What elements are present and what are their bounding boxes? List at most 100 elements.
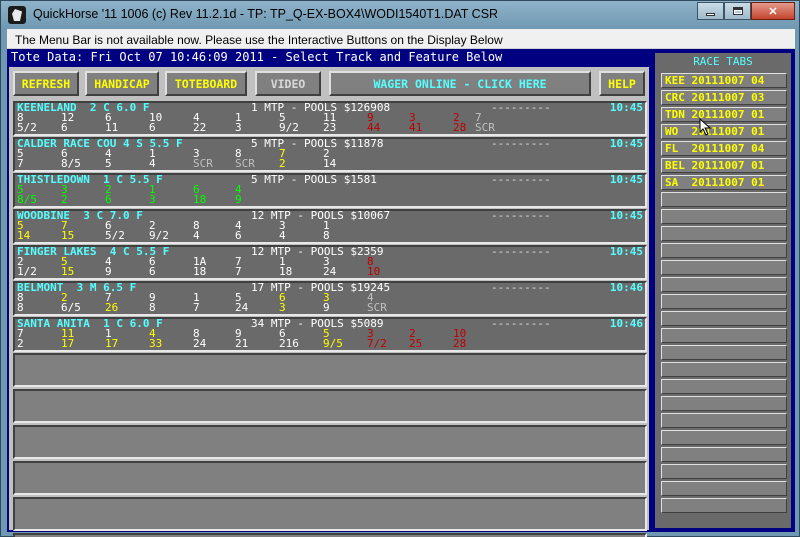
empty-race-slot[interactable] — [13, 461, 647, 495]
odds-value: 7 — [235, 265, 242, 278]
race-row[interactable]: THISTLEDOWN 1 C 5.5 F 5 MTP - POOLS $1581… — [13, 173, 647, 208]
race-tab-empty[interactable] — [661, 396, 787, 411]
race-tab-empty[interactable] — [661, 481, 787, 496]
video-button[interactable]: VIDEO — [255, 71, 321, 96]
odds-value: 3 — [279, 301, 286, 314]
odds-line: 8 6/5 26 8 7 24 3 9 SCR — [17, 301, 645, 314]
odds-value: 22 — [193, 121, 207, 134]
race-post-time: 10:46 — [609, 317, 643, 330]
empty-race-slot[interactable] — [13, 425, 647, 459]
odds-value: 9 — [235, 193, 242, 206]
title-bar[interactable]: QuickHorse '11 1006 (c) Rev 11.2.1d - TP… — [1, 1, 800, 29]
close-button[interactable]: ✕ — [751, 2, 795, 20]
minimize-button[interactable] — [697, 2, 724, 20]
odds-value: 21 — [235, 337, 249, 350]
odds-value: 6 — [105, 193, 112, 206]
odds-value: 25 — [409, 337, 423, 350]
race-tab-empty[interactable] — [661, 379, 787, 394]
maximize-icon — [732, 7, 743, 15]
race-tab-empty[interactable] — [661, 243, 787, 258]
race-tab-empty[interactable] — [661, 430, 787, 445]
odds-value: 9 — [105, 265, 112, 278]
race-row[interactable]: FINGER LAKES 4 C 5.5 F 12 MTP - POOLS $23… — [13, 245, 647, 280]
race-tab-empty[interactable] — [661, 328, 787, 343]
race-track-label: THISTLEDOWN 1 C 5.5 F — [17, 173, 163, 186]
odds-value: 11 — [105, 121, 119, 134]
odds-value: 44 — [367, 121, 381, 134]
race-separator: --------- — [491, 245, 551, 258]
race-row[interactable]: WOODBINE 3 C 7.0 F 12 MTP - POOLS $10067 -… — [13, 209, 647, 244]
race-tab-empty[interactable] — [661, 226, 787, 241]
race-tab-empty[interactable] — [661, 277, 787, 292]
odds-value: 15 — [61, 265, 75, 278]
race-track-label: FINGER LAKES 4 C 5.5 F — [17, 245, 170, 258]
race-row[interactable]: KEENELAND 2 C 6.0 F1 MTP - POOLS $126908… — [13, 101, 647, 136]
race-tabs-body: RACE TABS KEE 20111007 04 CRC 20111007 03… — [655, 53, 791, 528]
race-tab[interactable]: KEE 20111007 04 — [661, 73, 787, 88]
close-icon: ✕ — [768, 5, 778, 18]
empty-race-slot[interactable] — [13, 533, 647, 537]
odds-value: 6/5 — [61, 301, 81, 314]
empty-race-slot[interactable] — [13, 353, 647, 387]
odds-value: 9/2 — [149, 229, 169, 242]
race-track-label: CALDER RACE COU 4 S 5.5 F — [17, 137, 183, 150]
odds-value: 9 — [323, 301, 330, 314]
tote-panel: Tote Data: Fri Oct 07 10:46:09 2011 - Se… — [7, 49, 651, 537]
button-row: REFRESH HANDICAP TOTEBOARD VIDEO WAGER O… — [9, 67, 649, 101]
odds-value: 26 — [105, 301, 119, 314]
odds-value: 4 — [279, 229, 286, 242]
odds-value: 2 — [279, 157, 286, 170]
odds-line: 5/2 6 11 6 22 3 9/2 23 44 41 28 SCR — [17, 121, 645, 134]
race-tab-empty[interactable] — [661, 498, 787, 513]
race-row[interactable]: SANTA ANITA 1 C 6.0 F 34 MTP - POOLS $508… — [13, 317, 647, 352]
race-tab-empty[interactable] — [661, 362, 787, 377]
race-tab[interactable]: CRC 20111007 03 — [661, 90, 787, 105]
toteboard-button[interactable]: TOTEBOARD — [165, 71, 247, 96]
odds-value: SCR — [235, 157, 255, 170]
odds-value: 7/2 — [367, 337, 387, 350]
odds-value: 18 — [279, 265, 293, 278]
window-title: QuickHorse '11 1006 (c) Rev 11.2.1d - TP… — [33, 7, 499, 21]
race-tab-empty[interactable] — [661, 192, 787, 207]
race-tab-empty[interactable] — [661, 311, 787, 326]
race-tab-empty[interactable] — [661, 260, 787, 275]
race-mtp-pools: 34 MTP - POOLS $5089 — [251, 317, 384, 330]
race-tab[interactable]: FL 20111007 04 — [661, 141, 787, 156]
odds-value: 33 — [149, 337, 163, 350]
race-tab-empty[interactable] — [661, 345, 787, 360]
handicap-button[interactable]: HANDICAP — [85, 71, 159, 96]
odds-value: 8 — [323, 229, 330, 242]
wager-online-button[interactable]: WAGER ONLINE - CLICK HERE — [329, 71, 591, 96]
race-tab-empty[interactable] — [661, 294, 787, 309]
race-tab-empty[interactable] — [661, 209, 787, 224]
race-row[interactable]: CALDER RACE COU 4 S 5.5 F 5 MTP - POOLS $… — [13, 137, 647, 172]
odds-value: 7 — [17, 157, 24, 170]
race-tab[interactable]: SA 20111007 01 — [661, 175, 787, 190]
odds-value: 6 — [149, 265, 156, 278]
odds-value: 15 — [61, 229, 75, 242]
race-tab[interactable]: WO 20111007 01 — [661, 124, 787, 139]
empty-race-slot[interactable] — [13, 497, 647, 531]
odds-value: 14 — [323, 157, 337, 170]
odds-value: 2 — [17, 337, 24, 350]
odds-value: 18 — [193, 265, 207, 278]
tote-body: REFRESH HANDICAP TOTEBOARD VIDEO WAGER O… — [9, 67, 649, 537]
menubar-message: The Menu Bar is not available now. Pleas… — [7, 29, 795, 49]
odds-value: 28 — [453, 121, 467, 134]
race-separator: --------- — [491, 137, 551, 150]
empty-race-slot[interactable] — [13, 389, 647, 423]
refresh-button[interactable]: REFRESH — [13, 71, 79, 96]
odds-value: 3 — [149, 193, 156, 206]
maximize-button[interactable] — [724, 2, 751, 20]
race-tab-empty[interactable] — [661, 413, 787, 428]
odds-line: 1/2 15 9 6 18 7 18 24 10 — [17, 265, 645, 278]
help-button[interactable]: HELP — [599, 71, 645, 96]
odds-value: 14 — [17, 229, 31, 242]
race-tab[interactable]: TDN 20111007 01 — [661, 107, 787, 122]
race-row[interactable]: BELMONT 3 M 6.5 F 17 MTP - POOLS $19245 --… — [13, 281, 647, 316]
odds-value: 6 — [149, 121, 156, 134]
race-tab-empty[interactable] — [661, 447, 787, 462]
race-tab[interactable]: BEL 20111007 01 — [661, 158, 787, 173]
odds-value: 2 — [61, 193, 68, 206]
race-tab-empty[interactable] — [661, 464, 787, 479]
